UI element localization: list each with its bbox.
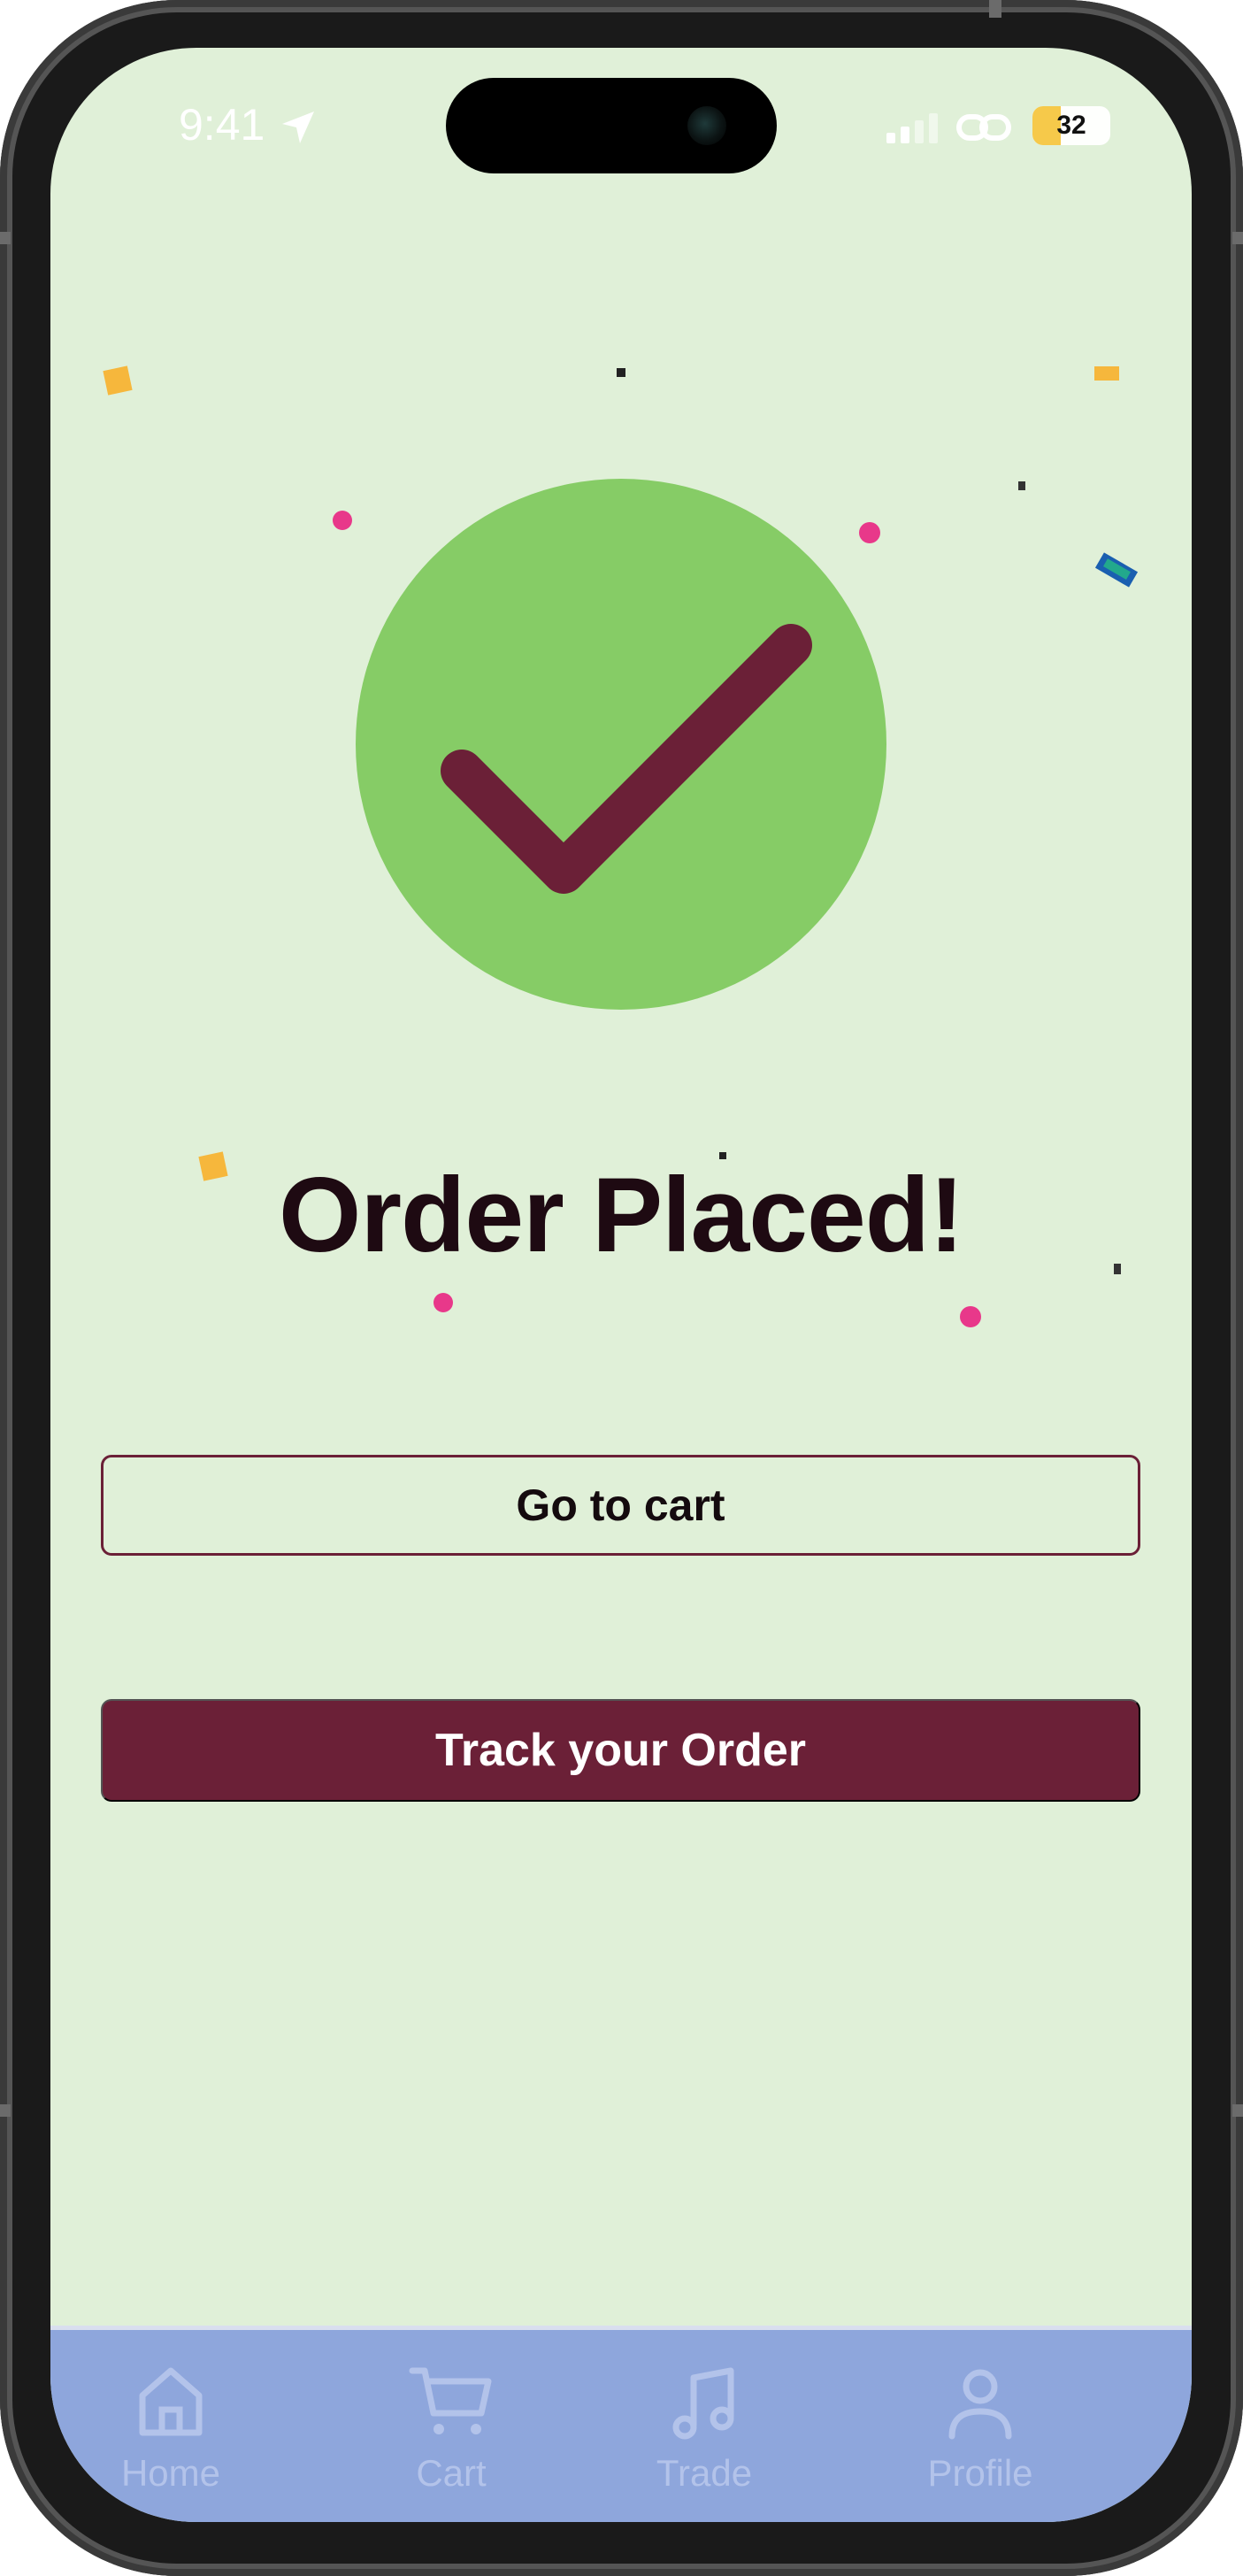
side-button [1232, 2104, 1243, 2117]
page-title: Order Placed! [279, 1156, 964, 1274]
side-button [0, 2104, 11, 2117]
track-order-button[interactable]: Track your Order [101, 1699, 1140, 1802]
side-button [1232, 232, 1243, 244]
tab-home[interactable]: Home [82, 2330, 259, 2522]
side-button [989, 0, 1001, 18]
music-note-icon [672, 2367, 734, 2440]
tab-trade[interactable]: Trade [616, 2330, 793, 2522]
cart-icon [409, 2367, 492, 2434]
checkmark-icon [441, 624, 812, 894]
tab-cart[interactable]: Cart [363, 2330, 540, 2522]
tab-label: Trade [656, 2452, 753, 2494]
tab-label: Cart [416, 2452, 487, 2494]
go-to-cart-button[interactable]: Go to cart [101, 1455, 1140, 1556]
person-icon [948, 2369, 1012, 2440]
tab-profile[interactable]: Profile [892, 2330, 1069, 2522]
home-icon [139, 2367, 203, 2436]
screen: 9:41 32 Order Placed! Go to cart Track y… [50, 48, 1192, 2522]
side-button [0, 232, 11, 244]
tab-label: Home [120, 2452, 221, 2494]
bottom-tab-bar: Home Cart Trade Profile [50, 2326, 1192, 2522]
tab-label: Profile [927, 2452, 1033, 2494]
